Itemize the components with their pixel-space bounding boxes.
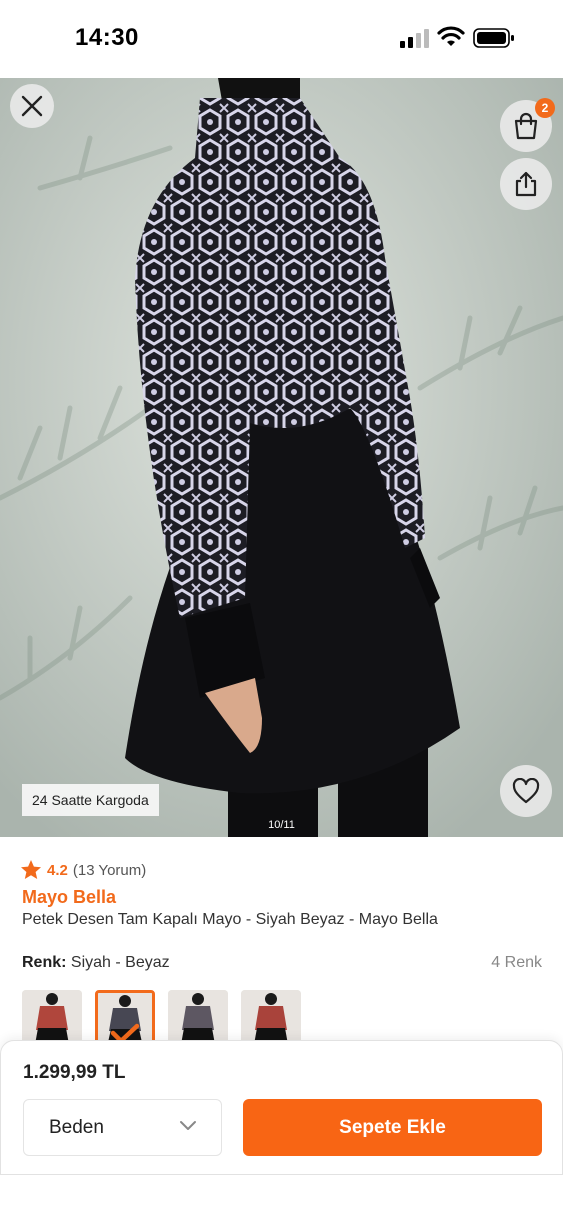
brand-name[interactable]: Mayo Bella [22,887,116,908]
favorite-button[interactable] [500,765,552,817]
chevron-down-icon [180,1121,196,1130]
close-icon [21,95,43,117]
close-button[interactable] [10,84,54,128]
add-to-cart-button[interactable]: Sepete Ekle [243,1099,542,1156]
product-title: Petek Desen Tam Kapalı Mayo - Siyah Beya… [22,911,438,928]
battery-icon [473,28,514,48]
share-button[interactable] [500,158,552,210]
star-icon [21,860,41,879]
share-icon [515,171,537,197]
color-row: Renk: Siyah - Beyaz 4 Renk [22,954,542,976]
color-value: Siyah - Beyaz [70,954,170,971]
product-photo [0,78,563,837]
cellular-signal-icon [400,29,429,48]
color-count: 4 Renk [491,954,542,971]
image-counter: 10/11 [268,819,295,831]
review-count: (13 Yorum) [72,861,147,879]
rating-score: 4.2 [47,861,68,879]
product-price: 1.299,99 TL [23,1062,126,1083]
shipping-tag: 24 Saatte Kargoda [22,784,159,816]
purchase-panel: 1.299,99 TL Beden Sepete Ekle [0,1040,563,1175]
cart-count-badge: 2 [535,98,555,118]
status-bar: 14:30 [0,0,563,78]
rating-summary[interactable]: 4.2 (13 Yorum) [20,856,146,884]
status-time: 14:30 [75,24,139,51]
wifi-icon [437,26,465,46]
bottom-safe-area [0,1175,563,1220]
color-label: Renk: [22,954,67,971]
heart-icon [512,778,540,804]
product-image-gallery[interactable]: 2 24 Saatte Kargoda 10/11 [0,78,563,837]
size-dropdown[interactable]: Beden [23,1099,222,1156]
shopping-bag-icon [514,112,538,140]
size-dropdown-label: Beden [49,1116,104,1138]
